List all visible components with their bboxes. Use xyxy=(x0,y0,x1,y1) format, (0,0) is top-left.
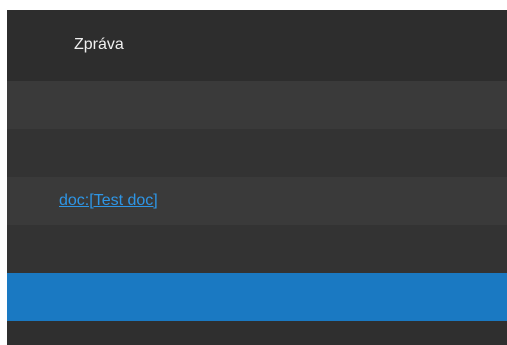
table-header: Zpráva xyxy=(7,10,507,81)
column-header-message[interactable]: Zpráva xyxy=(74,35,124,55)
table-row[interactable] xyxy=(7,81,507,129)
message-table: Zpráva doc:[Test doc] xyxy=(7,10,507,345)
doc-link[interactable]: doc:[Test doc] xyxy=(59,191,158,211)
table-row[interactable] xyxy=(7,225,507,273)
table-row[interactable]: doc:[Test doc] xyxy=(7,177,507,225)
table-row-selected[interactable] xyxy=(7,273,507,321)
table-row[interactable] xyxy=(7,129,507,177)
table-row[interactable] xyxy=(7,321,507,345)
